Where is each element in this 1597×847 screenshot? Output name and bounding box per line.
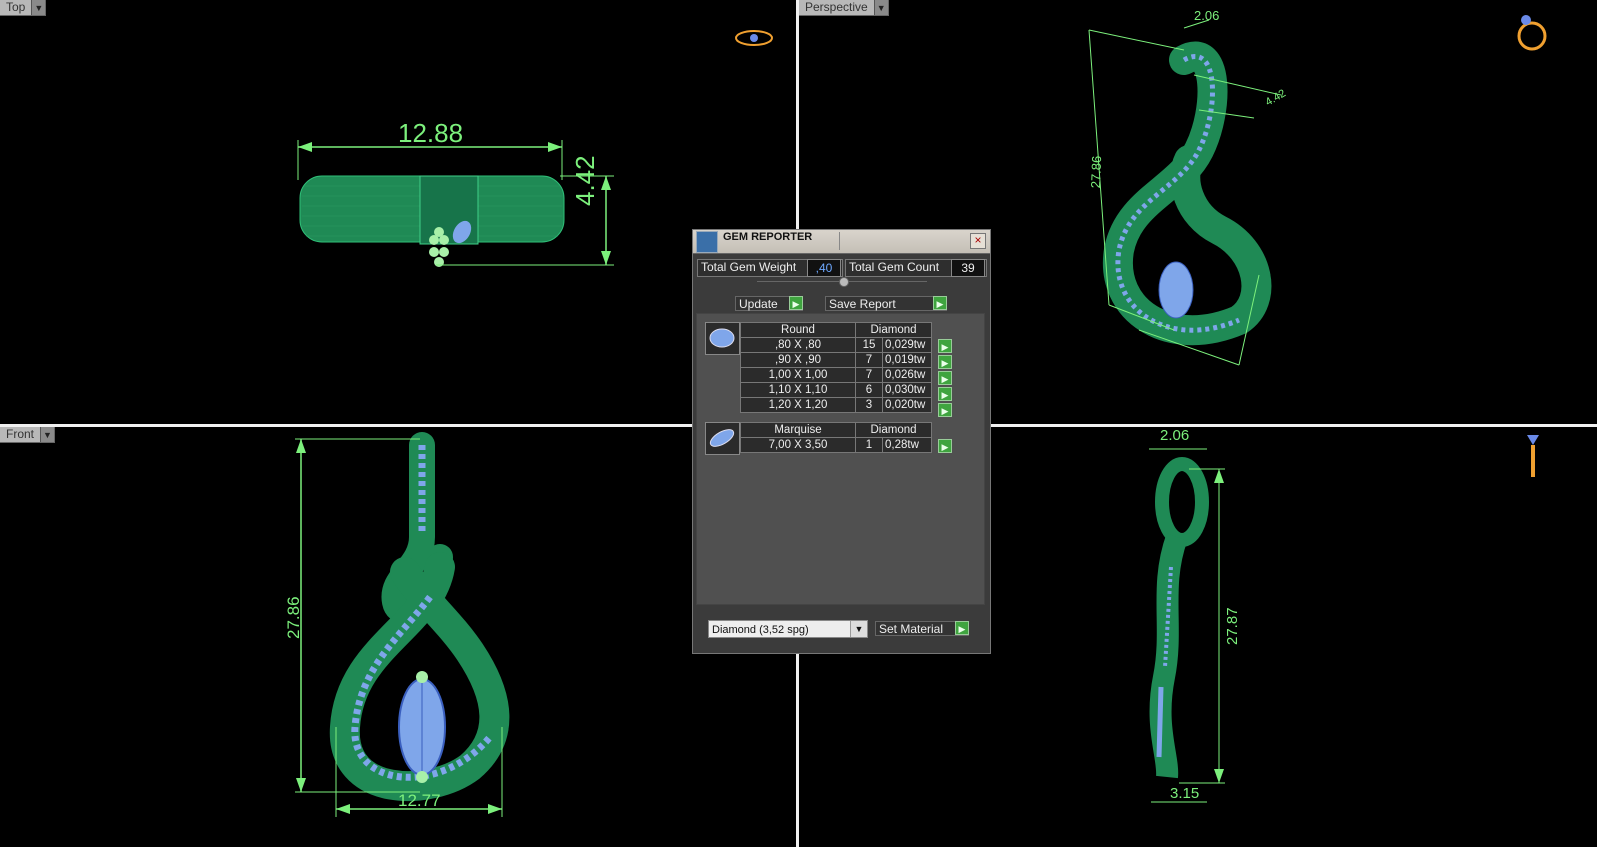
- save-report-button[interactable]: Save Report: [825, 296, 947, 311]
- save-report-arrow-icon[interactable]: ▶: [933, 296, 947, 310]
- gem-size: 1,10 X 1,10: [740, 382, 856, 398]
- chevron-down-icon[interactable]: ▼: [31, 0, 46, 15]
- marquise-gem-icon: [705, 422, 740, 455]
- gem-size: 1,00 X 1,00: [740, 367, 856, 383]
- titlebar-separator: [839, 232, 840, 250]
- row-select-button[interactable]: ▶: [938, 339, 952, 353]
- viewport-label-top[interactable]: Top ▼: [0, 0, 47, 16]
- dim-a-label: 2.06: [1194, 8, 1220, 23]
- gem-reporter-logo-icon: [696, 231, 718, 253]
- material-header: Diamond: [855, 322, 932, 338]
- top-view-drawing: [297, 30, 773, 267]
- shape-header: Round: [740, 322, 856, 338]
- panel-title: GEM REPORTER: [723, 231, 813, 243]
- viewport-name: Front: [6, 427, 35, 441]
- gem-weight: 0,029tw: [882, 337, 932, 353]
- dim-height-label: 4.42: [570, 155, 600, 206]
- viewport-label-front[interactable]: Front ▼: [0, 427, 56, 443]
- gem-size: 7,00 X 3,50: [740, 437, 856, 453]
- row-select-button[interactable]: ▶: [938, 355, 952, 369]
- collapse-toggle-icon[interactable]: [839, 277, 849, 287]
- set-material-arrow-icon[interactable]: ▶: [955, 621, 969, 635]
- table-row: ,90 X ,90 7 0,019tw: [740, 352, 932, 368]
- update-label: Update: [739, 297, 778, 311]
- gem-weight: 0,020tw: [882, 397, 932, 413]
- table-header-row: Marquise Diamond: [740, 422, 932, 438]
- gem-size: ,90 X ,90: [740, 352, 856, 368]
- table-row: ,80 X ,80 15 0,029tw: [740, 337, 932, 353]
- material-select[interactable]: Diamond (3,52 spg) ▼: [708, 620, 868, 638]
- dim-b-label: 27.86: [1088, 155, 1105, 189]
- gem-count: 7: [855, 367, 883, 383]
- table-row: 7,00 X 3,50 1 0,28tw: [740, 437, 932, 453]
- save-report-label: Save Report: [829, 297, 896, 311]
- total-weight-value: ,40: [807, 259, 841, 277]
- viewport-label-perspective[interactable]: Perspective ▼: [799, 0, 889, 16]
- dim-top-label: 2.06: [1160, 427, 1190, 444]
- gem-size: 1,20 X 1,20: [740, 397, 856, 413]
- dim-height-label: 27.87: [1224, 607, 1241, 645]
- row-select-button[interactable]: ▶: [938, 387, 952, 401]
- total-weight-label: Total Gem Weight: [701, 260, 797, 274]
- viewport-front[interactable]: 27.86 12.77 Front ▼: [0, 427, 796, 847]
- marquise-gem-table: Marquise Diamond 7,00 X 3,50 1 0,28tw: [740, 422, 932, 453]
- close-button[interactable]: ×: [970, 233, 986, 249]
- total-count-label: Total Gem Count: [849, 260, 940, 274]
- gem-count: 3: [855, 397, 883, 413]
- viewport-name: Top: [6, 0, 26, 14]
- dim-width-label: 12.77: [398, 791, 441, 810]
- dim-width-label: 12.88: [398, 118, 464, 148]
- gem-weight: 0,026tw: [882, 367, 932, 383]
- row-select-button[interactable]: ▶: [938, 439, 952, 453]
- gem-weight: 0,019tw: [882, 352, 932, 368]
- gem-reporter-panel: GEM REPORTER × Total Gem Weight ,40 Tota…: [692, 229, 991, 654]
- total-count-value: 39: [951, 259, 985, 277]
- row-select-button[interactable]: ▶: [938, 403, 952, 417]
- gem-weight: 0,28tw: [882, 437, 932, 453]
- update-arrow-icon[interactable]: ▶: [789, 296, 803, 310]
- table-row: 1,10 X 1,10 6 0,030tw: [740, 382, 932, 398]
- gem-list[interactable]: Round Diamond ,80 X ,80 15 0,029tw ,90 X…: [696, 313, 985, 605]
- chevron-down-icon[interactable]: ▼: [850, 621, 867, 637]
- gem-size: ,80 X ,80: [740, 337, 856, 353]
- gem-weight: 0,030tw: [882, 382, 932, 398]
- set-material-label: Set Material: [879, 622, 944, 636]
- chevron-down-icon[interactable]: ▼: [40, 427, 55, 442]
- row-select-button[interactable]: ▶: [938, 371, 952, 385]
- material-select-value: Diamond (3,52 spg): [712, 624, 809, 636]
- dim-bottom-label: 3.15: [1170, 785, 1200, 802]
- dim-height-label: 27.86: [284, 596, 303, 639]
- table-row: 1,20 X 1,20 3 0,020tw: [740, 397, 932, 413]
- table-header-row: Round Diamond: [740, 322, 932, 338]
- shape-header: Marquise: [740, 422, 856, 438]
- viewport-name: Perspective: [805, 0, 868, 14]
- round-gem-table: Round Diamond ,80 X ,80 15 0,029tw ,90 X…: [740, 322, 932, 413]
- gem-count: 7: [855, 352, 883, 368]
- table-row: 1,00 X 1,00 7 0,026tw: [740, 367, 932, 383]
- panel-titlebar[interactable]: GEM REPORTER ×: [693, 230, 990, 254]
- front-view-drawing: [295, 432, 510, 817]
- round-gem-icon: [705, 322, 740, 355]
- chevron-down-icon[interactable]: ▼: [873, 0, 888, 15]
- viewport-top[interactable]: 12.88 4.42 Top ▼: [0, 0, 796, 424]
- gem-count: 15: [855, 337, 883, 353]
- gem-count: 1: [855, 437, 883, 453]
- gem-count: 6: [855, 382, 883, 398]
- material-header: Diamond: [855, 422, 932, 438]
